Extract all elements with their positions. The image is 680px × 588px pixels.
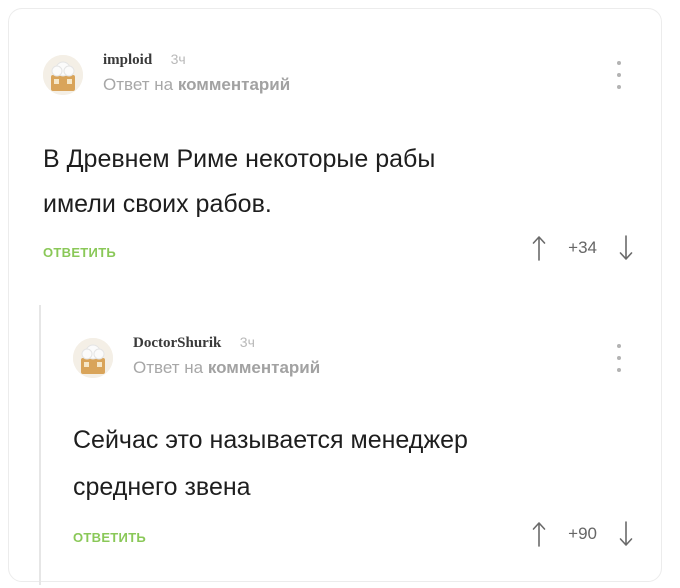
reply-to-link[interactable]: комментарий (178, 75, 290, 94)
reply-to-line: Ответ на комментарий (133, 358, 320, 378)
comment-meta: DoctorShurik 3ч Ответ на комментарий (133, 334, 320, 378)
comment-text: Сейчас это называется менеджер среднего … (73, 417, 468, 511)
arrow-up-icon[interactable] (532, 235, 546, 261)
comment-text-line: имели своих рабов. (43, 190, 272, 218)
reply-button[interactable]: ОТВЕТИТЬ (73, 530, 146, 545)
avatar-icon[interactable] (43, 55, 83, 95)
reply-to-link[interactable]: комментарий (208, 358, 320, 377)
thread-line (39, 305, 41, 585)
comments-card: imploid 3ч Ответ на комментарий В Древне… (8, 8, 662, 585)
vote-controls: +90 (532, 521, 633, 547)
comment-text: В Древнем Риме некоторые рабы имели свои… (43, 137, 435, 227)
avatar-icon[interactable] (73, 338, 113, 378)
rating-count: +90 (568, 524, 597, 543)
arrow-down-icon[interactable] (619, 235, 633, 261)
author-name[interactable]: DoctorShurik (133, 335, 221, 351)
comment-text-line: Сейчас это называется менеджер (73, 426, 468, 454)
reply-button[interactable]: ОТВЕТИТЬ (43, 245, 116, 260)
author-name[interactable]: imploid (103, 52, 152, 68)
rating-count: +34 (568, 238, 597, 257)
arrow-down-icon[interactable] (619, 521, 633, 547)
reply-to-prefix: Ответ на (103, 75, 174, 94)
more-vertical-icon[interactable] (613, 61, 625, 89)
arrow-up-icon[interactable] (532, 521, 546, 547)
comment-time: 3ч (239, 334, 255, 350)
reply-to-prefix: Ответ на (133, 358, 204, 377)
reply-to-line: Ответ на комментарий (103, 75, 290, 95)
comment-time: 3ч (170, 51, 186, 67)
comment-text-line: среднего звена (73, 473, 251, 501)
comment-meta: imploid 3ч Ответ на комментарий (103, 51, 290, 95)
more-vertical-icon[interactable] (613, 344, 625, 372)
comment-text-line: В Древнем Риме некоторые рабы (43, 145, 436, 173)
vote-controls: +34 (532, 235, 633, 261)
